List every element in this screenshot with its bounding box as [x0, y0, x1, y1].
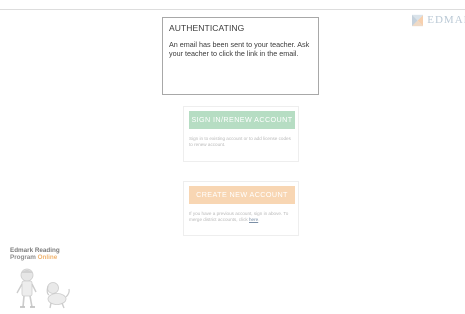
edmark-logo-icon	[412, 14, 424, 26]
authenticating-title: AUTHENTICATING	[169, 23, 245, 33]
brand-logo: EDMAR	[412, 12, 465, 28]
authenticating-dialog: AUTHENTICATING An email has been sent to…	[162, 17, 319, 95]
program-word: Program	[10, 253, 38, 261]
program-title-line2: Program Online	[10, 253, 80, 262]
sign-in-renew-button[interactable]: SIGN IN/RENEW ACCOUNT	[189, 111, 295, 129]
create-account-panel: CREATE NEW ACCOUNT If you have a previou…	[183, 181, 299, 236]
create-note-text: If you have a previous account, sign in …	[189, 211, 289, 222]
top-divider	[0, 9, 465, 10]
brand-name: EDMAR	[427, 14, 465, 26]
merge-accounts-link[interactable]: here	[249, 217, 258, 222]
sign-in-panel: SIGN IN/RENEW ACCOUNT Sign in to existin…	[183, 106, 299, 162]
create-note-suffix: .	[258, 217, 260, 222]
authenticating-message: An email has been sent to your teacher. …	[169, 40, 310, 59]
program-logo: Edmark Reading Program Online	[10, 247, 80, 314]
create-account-button[interactable]: CREATE NEW ACCOUNT	[189, 186, 295, 204]
mascot-illustration-icon	[16, 268, 70, 309]
sign-in-note: Sign in to existing account or to add li…	[189, 136, 291, 147]
program-online-word: Online	[37, 253, 58, 261]
create-account-note: If you have a previous account, sign in …	[189, 211, 293, 223]
